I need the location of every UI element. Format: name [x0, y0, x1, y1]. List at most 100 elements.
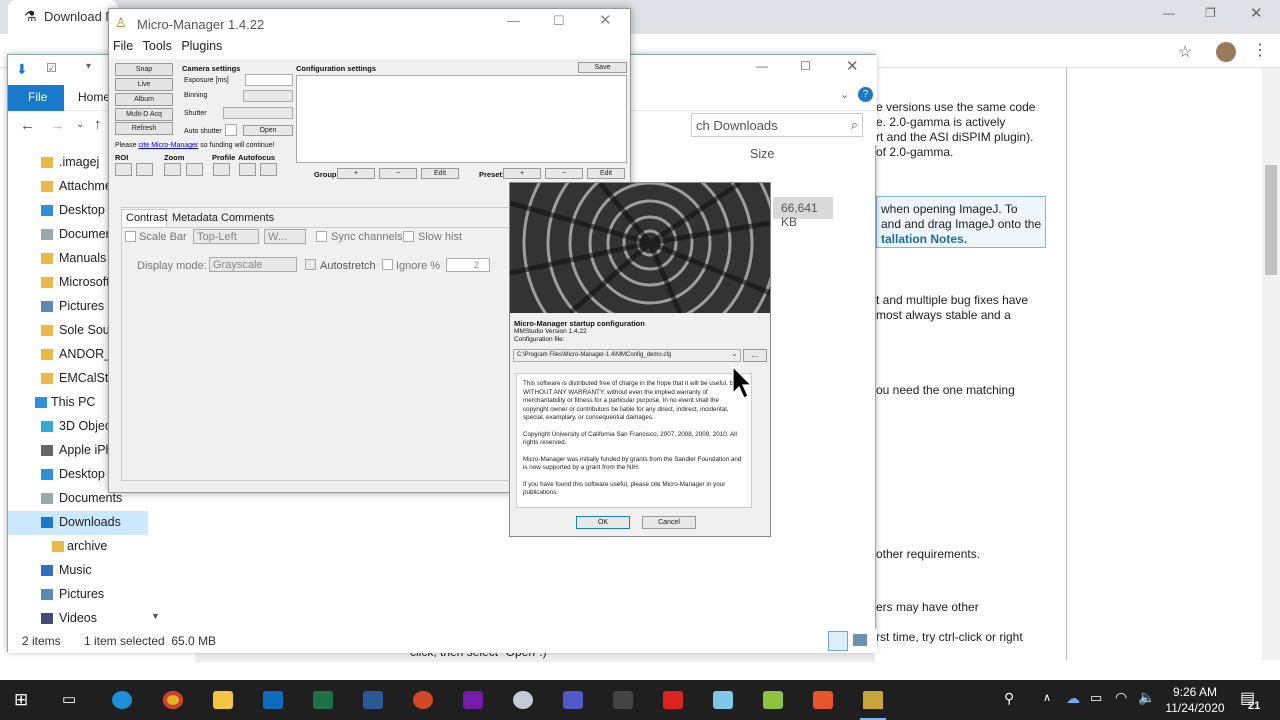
- zoom-in-icon[interactable]: [164, 163, 181, 176]
- tab-comments[interactable]: Comments: [221, 212, 274, 224]
- snipping-tool-icon[interactable]: [513, 691, 533, 709]
- mm-close-icon[interactable]: ✕: [599, 11, 612, 29]
- browser-close-icon[interactable]: ✕: [1250, 4, 1263, 22]
- task-view-icon[interactable]: ▭: [62, 690, 76, 708]
- nav-item[interactable]: Pictures: [8, 583, 148, 607]
- ok-button[interactable]: OK: [576, 516, 630, 529]
- page-scrollbar[interactable]: [1262, 68, 1280, 660]
- recent-chevron-icon[interactable]: ⌄: [76, 119, 84, 130]
- snap-button[interactable]: Snap: [115, 63, 173, 76]
- menu-file[interactable]: File: [113, 39, 133, 53]
- nav-item[interactable]: Downloads: [8, 511, 148, 535]
- display-mode-select[interactable]: Grayscale: [209, 257, 297, 272]
- autostretch-checkbox[interactable]: [305, 259, 316, 270]
- teams-icon[interactable]: [563, 691, 583, 709]
- nav-item[interactable]: Videos: [8, 607, 148, 631]
- open-shutter-button[interactable]: Open: [243, 125, 293, 136]
- word-icon[interactable]: [363, 691, 383, 709]
- edge-icon[interactable]: [112, 691, 132, 709]
- browser-minimize-icon[interactable]: —: [1163, 6, 1175, 20]
- cite-link[interactable]: cite Micro-Manager: [138, 142, 198, 149]
- ribbon-tab-home[interactable]: Home: [78, 90, 110, 104]
- scroll-down-icon[interactable]: ▼: [151, 611, 160, 621]
- menu-plugins[interactable]: Plugins: [181, 39, 222, 53]
- explorer-minimize-icon[interactable]: —: [756, 59, 768, 73]
- group-remove-button[interactable]: −: [379, 168, 417, 179]
- back-arrow-icon[interactable]: ←: [20, 117, 35, 134]
- system-clock[interactable]: 9:26 AM 11/24/2020: [1160, 684, 1230, 716]
- up-arrow-icon[interactable]: ↑: [94, 116, 102, 133]
- ignore-checkbox[interactable]: [382, 259, 393, 270]
- nav-item[interactable]: archive: [8, 535, 148, 559]
- tab-contrast[interactable]: Contrast: [121, 209, 168, 227]
- preset-edit-button[interactable]: Edit: [587, 168, 625, 179]
- tab-metadata[interactable]: Metadata: [172, 212, 218, 224]
- camtasia-icon[interactable]: [763, 691, 783, 709]
- explorer-maximize-icon[interactable]: ☐: [800, 59, 811, 73]
- dropdown-chevron-icon[interactable]: ⌄: [731, 349, 738, 358]
- browser-restore-icon[interactable]: ❐: [1205, 6, 1216, 20]
- browse-button[interactable]: ...: [743, 349, 767, 362]
- help-icon[interactable]: ?: [858, 87, 873, 102]
- details-view-icon[interactable]: [828, 631, 848, 651]
- ribbon-file-tab[interactable]: File: [8, 85, 64, 111]
- multi-d-acq-button[interactable]: Multi-D Acq: [115, 108, 173, 121]
- preset-remove-button[interactable]: −: [545, 168, 583, 179]
- chrome-icon[interactable]: [163, 691, 183, 709]
- page-scrollbar-thumb[interactable]: [1265, 165, 1277, 275]
- binning-select[interactable]: [243, 90, 293, 102]
- outlook-icon[interactable]: [263, 691, 283, 709]
- slow-hist-checkbox[interactable]: [403, 231, 414, 242]
- scale-bar-position-select[interactable]: Top-Left: [193, 229, 259, 244]
- graduation-cap-icon[interactable]: [613, 691, 633, 709]
- explorer-close-icon[interactable]: ✕: [846, 57, 859, 75]
- size-column-header[interactable]: Size: [750, 147, 774, 161]
- mm-maximize-icon[interactable]: ☐: [553, 13, 565, 29]
- mm-minimize-icon[interactable]: —: [507, 13, 520, 28]
- autofocus-icon[interactable]: [239, 163, 256, 176]
- cancel-button[interactable]: Cancel: [642, 516, 696, 529]
- installation-notes-link[interactable]: tallation Notes.: [881, 232, 967, 246]
- checkbox-icon[interactable]: ☑: [46, 61, 57, 75]
- refresh-button[interactable]: Refresh: [115, 122, 173, 135]
- nav-item[interactable]: Music: [8, 559, 148, 583]
- wifi-icon[interactable]: ◠: [1115, 689, 1127, 706]
- excel-icon[interactable]: [313, 691, 333, 709]
- exposure-input[interactable]: [245, 74, 293, 86]
- autofocus-settings-icon[interactable]: [260, 163, 277, 176]
- app-icon[interactable]: [713, 691, 733, 709]
- windows-start-icon[interactable]: ⊞: [14, 690, 28, 710]
- auto-shutter-checkbox[interactable]: [225, 124, 237, 136]
- micromanager-taskbar-icon[interactable]: [863, 691, 883, 709]
- group-add-button[interactable]: +: [337, 168, 375, 179]
- roi-clear-icon[interactable]: [136, 163, 153, 176]
- live-button[interactable]: Live: [115, 78, 173, 91]
- zoom-out-icon[interactable]: [186, 163, 203, 176]
- show-hidden-icons[interactable]: ∧: [1043, 691, 1051, 704]
- roi-set-icon[interactable]: [115, 163, 132, 176]
- config-save-button[interactable]: Save: [578, 62, 627, 73]
- chevron-down-icon[interactable]: ▾: [86, 61, 91, 72]
- people-icon[interactable]: ⚲: [1004, 690, 1014, 707]
- menu-tools[interactable]: Tools: [143, 39, 172, 53]
- configuration-table[interactable]: [296, 75, 627, 163]
- sync-channels-checkbox[interactable]: [316, 231, 327, 242]
- camtasia-recorder-icon[interactable]: [813, 691, 833, 709]
- search-input[interactable]: ch Downloads ⌕: [691, 113, 863, 137]
- scale-bar-color-select[interactable]: W...: [264, 229, 306, 244]
- shutter-select[interactable]: [223, 107, 293, 119]
- album-button[interactable]: Album: [115, 93, 173, 106]
- ignore-percent-spinner[interactable]: 2: [446, 258, 490, 272]
- preset-add-button[interactable]: +: [503, 168, 541, 179]
- scale-bar-checkbox[interactable]: [125, 231, 136, 242]
- onedrive-icon[interactable]: ☁: [1066, 690, 1080, 707]
- profile-avatar[interactable]: [1216, 42, 1236, 62]
- powerpoint-icon[interactable]: [413, 691, 433, 709]
- ribbon-expand-icon[interactable]: ⌄: [840, 88, 849, 101]
- acrobat-icon[interactable]: [663, 691, 683, 709]
- browser-menu-icon[interactable]: ⋮: [1252, 40, 1268, 60]
- bookmark-star-icon[interactable]: ☆: [1178, 42, 1192, 62]
- onenote-icon[interactable]: [463, 691, 483, 709]
- forward-arrow-icon[interactable]: →: [50, 117, 65, 134]
- volume-icon[interactable]: 🔈: [1138, 689, 1155, 706]
